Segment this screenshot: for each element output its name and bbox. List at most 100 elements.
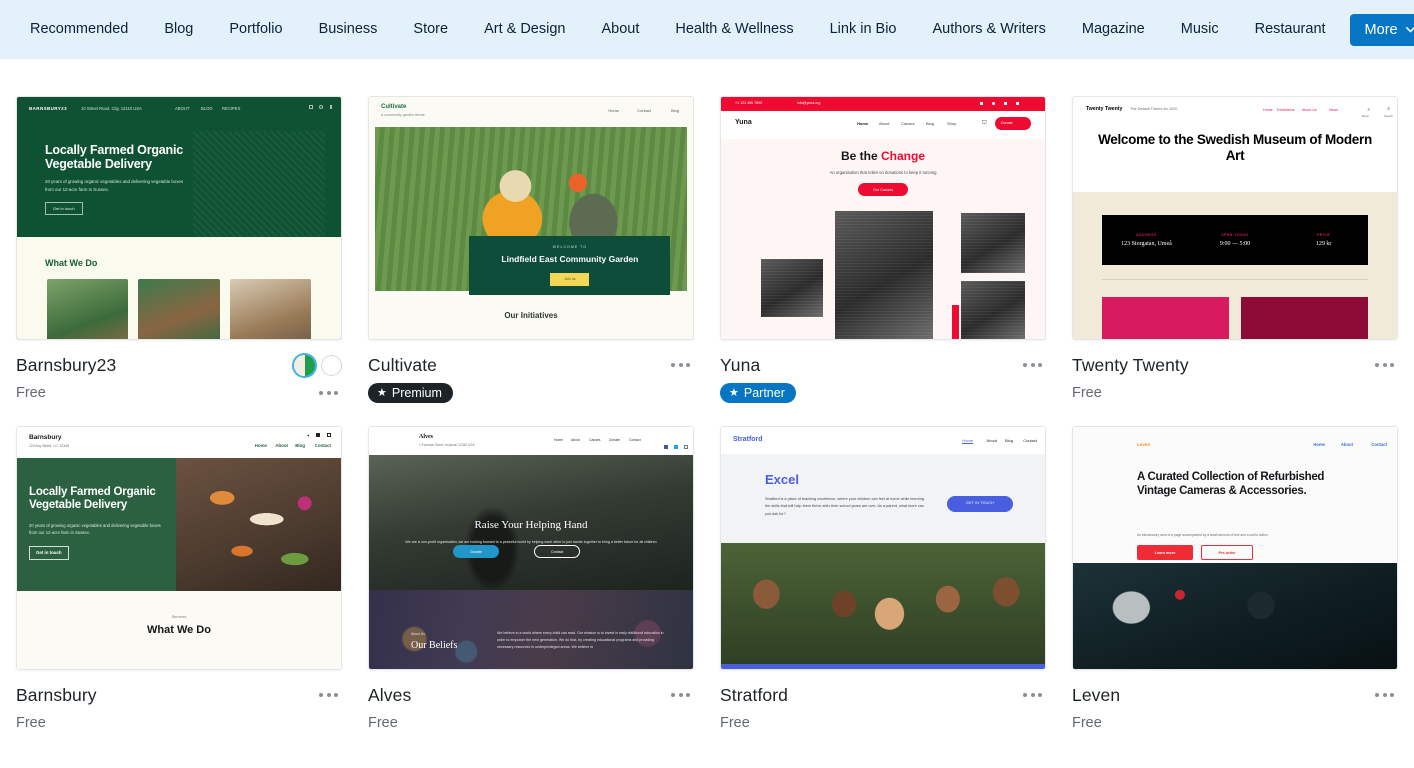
theme-preview-barnsbury[interactable]: Barnsbury 123 Any Street, I.O. 12345 Hom… [16, 426, 342, 670]
nav-item-authors-writers[interactable]: Authors & Writers [915, 0, 1064, 59]
preview-nav-item: Blog [295, 443, 305, 448]
theme-badge-partner[interactable]: ★ Partner [720, 383, 796, 403]
preview-card-row [47, 279, 311, 339]
social-icon [309, 105, 313, 109]
preview-eyebrow: About Us [411, 632, 425, 636]
preview-nav-item: Home [554, 438, 564, 442]
facebook-icon [316, 433, 320, 437]
nav-item-recommended[interactable]: Recommended [18, 0, 146, 59]
preview-section-title: Our Initiatives [504, 311, 558, 320]
preview-nav-item: Shop [947, 121, 957, 126]
theme-preview-cultivate[interactable]: Cultivate A community garden theme Home … [368, 96, 694, 340]
nav-item-health-wellness[interactable]: Health & Wellness [657, 0, 811, 59]
preview-info-item: OPEN TODAY 9:00 — 5:00 [1191, 233, 1280, 247]
color-swatch-white[interactable] [321, 354, 342, 376]
preview-eyebrow: WELCOME TO [552, 245, 588, 249]
theme-actions-menu[interactable] [315, 687, 342, 703]
nav-item-art-design[interactable]: Art & Design [466, 0, 583, 59]
nav-item-about[interactable]: About [583, 0, 657, 59]
preview-hero-text: Be the Change An organisation that relie… [721, 149, 1045, 196]
nav-item-music[interactable]: Music [1163, 0, 1237, 59]
theme-card: +1 123 456 7890 info@yuna.org Yuna Home … [720, 96, 1046, 404]
preview-nav-item: Contact [629, 438, 641, 442]
color-swatch-cream-green[interactable] [294, 354, 315, 376]
social-icon [1004, 101, 1007, 105]
twitter-icon [674, 445, 678, 449]
theme-price: Free [720, 715, 750, 731]
preview-cta-button: GET IN TOUCH [947, 496, 1013, 512]
preview-hero-text: Locally Farmed Organic Vegetable Deliver… [45, 143, 185, 215]
nav-item-blog[interactable]: Blog [146, 0, 211, 59]
theme-preview-stratford[interactable]: Stratford Home About Blog Contact Excel … [720, 426, 1046, 670]
theme-price: Free [16, 715, 46, 731]
preview-header: Barnsbury 123 Any Street, I.O. 12345 Hom… [17, 427, 341, 458]
theme-actions-menu[interactable] [315, 385, 342, 401]
theme-actions-menu[interactable] [1371, 357, 1398, 373]
theme-name: Twenty Twenty [1072, 354, 1189, 375]
preview-header: BARNSBURY23 10 Street Road, City, 12110 … [17, 97, 341, 125]
preview-nav-item: Contact [1371, 442, 1387, 447]
theme-card: Alves 1 Example Street, Anytown 12345 US… [368, 426, 694, 734]
preview-nav-item: Donate [609, 438, 620, 442]
preview-body: An introductory area of a page accompani… [1137, 533, 1269, 537]
preview-nav-item: Home [1263, 108, 1273, 112]
instagram-icon [327, 433, 331, 437]
theme-preview-yuna[interactable]: +1 123 456 7890 info@yuna.org Yuna Home … [720, 96, 1046, 340]
theme-actions-menu[interactable] [1019, 687, 1046, 703]
preview-logo: Stratford [733, 436, 763, 443]
preview-nav-item: News [1329, 108, 1338, 112]
preview-nav-item: Home [608, 108, 619, 113]
nav-item-business[interactable]: Business [301, 0, 396, 59]
preview-info-label: ADDRESS [1136, 233, 1157, 237]
theme-meta: Cultivate ★ Premium [368, 340, 694, 404]
nav-item-portfolio[interactable]: Portfolio [211, 0, 300, 59]
preview-email: info@yuna.org [797, 101, 821, 105]
preview-nav-item: Home [254, 443, 267, 448]
theme-actions-menu[interactable] [1019, 357, 1046, 373]
theme-card: Barnsbury 123 Any Street, I.O. 12345 Hom… [16, 426, 342, 734]
nav-item-restaurant[interactable]: Restaurant [1237, 0, 1344, 59]
preview-heading: Lindfield East Community Garden [501, 254, 639, 264]
preview-info-label: OPEN TODAY [1220, 233, 1250, 237]
category-navbar: Recommended Blog Portfolio Business Stor… [0, 0, 1414, 59]
nav-item-link-in-bio[interactable]: Link in Bio [812, 0, 915, 59]
theme-actions-menu[interactable] [1371, 687, 1398, 703]
preview-thumb [229, 279, 311, 339]
preview-heading: Be the Change [721, 149, 1045, 163]
preview-header: Cultivate A community garden theme Home … [369, 97, 693, 127]
theme-meta: Stratford Free [720, 670, 1046, 734]
theme-card: Twenty Twenty The Default Theme for 2020… [1072, 96, 1398, 404]
theme-preview-twenty-twenty[interactable]: Twenty Twenty The Default Theme for 2020… [1072, 96, 1398, 340]
theme-price: Free [1072, 715, 1102, 731]
badge-label: Premium [391, 386, 442, 400]
preview-hero-text: Locally Farmed Organic Vegetable Deliver… [17, 458, 176, 560]
preview-accent-bar [721, 664, 1045, 669]
theme-actions-menu[interactable] [667, 357, 694, 373]
preview-cta-button: Our Causes [858, 183, 908, 196]
nav-item-store[interactable]: Store [395, 0, 466, 59]
theme-badge-premium[interactable]: ★ Premium [368, 383, 453, 403]
preview-nav-item: Blog [1004, 438, 1013, 443]
preview-section-title: What We Do [147, 624, 211, 636]
preview-address: 123 Any Street, I.O. 12345 [29, 444, 69, 448]
preview-info-value: 129 kr [1315, 241, 1332, 247]
preview-contact-button: Contact [534, 545, 581, 558]
preview-body: An organisation that relies on donations… [829, 170, 937, 175]
nav-item-magazine[interactable]: Magazine [1064, 0, 1163, 59]
preview-nav-item: About Us [1302, 108, 1317, 112]
theme-price: Free [368, 715, 398, 731]
theme-actions-menu[interactable] [667, 687, 694, 703]
theme-name: Alves [368, 684, 412, 705]
preview-body: 20 years of growing organic vegetables a… [45, 179, 184, 192]
more-categories-button[interactable]: More [1349, 13, 1414, 46]
theme-preview-barnsbury23[interactable]: BARNSBURY23 10 Street Road, City, 12110 … [16, 96, 342, 340]
theme-preview-alves[interactable]: Alves 1 Example Street, Anytown 12345 US… [368, 426, 694, 670]
cart-icon: ⛫ [981, 120, 987, 126]
theme-meta: Twenty Twenty Free [1072, 340, 1398, 404]
preview-nav-item: Contact [314, 443, 331, 448]
theme-name: Barnsbury23 [16, 354, 117, 375]
theme-preview-leven[interactable]: Leven Home About Contact A Curated Colle… [1072, 426, 1398, 670]
preview-cta-button: Get in touch [29, 545, 69, 560]
preview-section-title: Our Beliefs [411, 640, 458, 651]
preview-thumb [138, 279, 220, 339]
